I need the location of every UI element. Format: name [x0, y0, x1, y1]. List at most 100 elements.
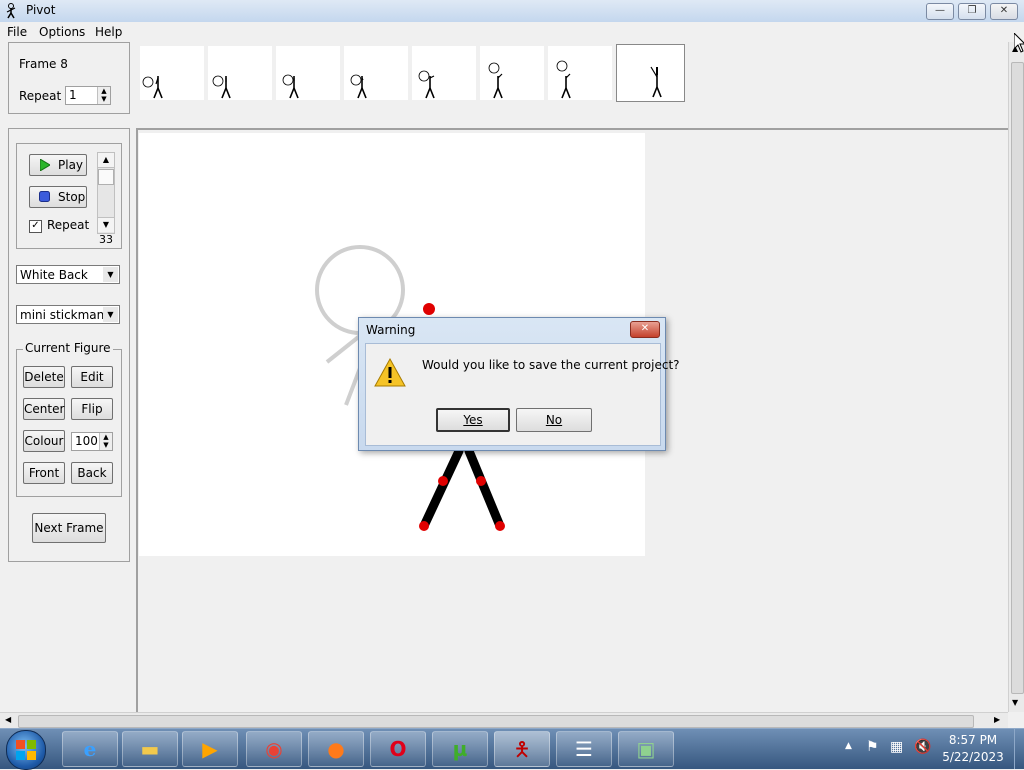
thumbnail-stickman-icon [282, 74, 299, 99]
opera-icon: O [389, 737, 407, 761]
dialog-message: Would you like to save the current proje… [422, 358, 680, 372]
colour-spinner[interactable]: 100 ▲ ▼ [71, 432, 113, 451]
thumbnail-stickman-icon [350, 74, 367, 99]
taskbar-task-list[interactable]: ☰ [556, 731, 612, 767]
minimize-button[interactable]: — [926, 3, 954, 20]
thumbnail-stickman-icon [418, 70, 435, 99]
figure-joint-top[interactable] [423, 303, 435, 315]
taskbar-internet-explorer[interactable]: e [62, 731, 118, 767]
taskbar-firefox[interactable]: ● [308, 731, 364, 767]
front-button[interactable]: Front [23, 462, 65, 484]
network-icon[interactable]: ▦ [890, 739, 903, 755]
figure-type-select[interactable]: mini stickman ▼ [16, 305, 120, 324]
colour-value: 100 [75, 434, 98, 448]
edit-button[interactable]: Edit [71, 366, 113, 388]
repeat-spinner[interactable]: 1 ▲ ▼ [65, 86, 111, 105]
delete-button[interactable]: Delete [23, 366, 65, 388]
figure-joint-left-knee[interactable] [438, 476, 448, 486]
clock-time[interactable]: 8:57 PM [938, 733, 1008, 747]
dialog-close-button[interactable]: ✕ [630, 321, 660, 338]
scroll-down-icon[interactable]: ▼ [1012, 698, 1018, 707]
stop-button[interactable]: Stop [29, 186, 87, 208]
frame-info-panel: Frame 8 Repeat : 1 ▲ ▼ [8, 42, 130, 114]
taskbar-media-player[interactable]: ▶ [182, 731, 238, 767]
close-button[interactable]: ✕ [990, 3, 1018, 20]
windows-logo-icon [16, 740, 36, 760]
flip-button[interactable]: Flip [71, 398, 113, 420]
chrome-icon: ◉ [265, 737, 283, 761]
colour-button[interactable]: Colour [23, 430, 65, 452]
volume-icon[interactable]: 🔇 [914, 739, 931, 755]
frame-thumbnail[interactable] [412, 46, 476, 100]
file-explorer-icon: ▬ [140, 737, 160, 761]
play-button[interactable]: Play [29, 154, 87, 176]
show-hidden-icons-icon[interactable]: ▲ [845, 741, 852, 751]
stop-label: Stop [58, 190, 86, 204]
scroll-down-icon[interactable]: ▼ [98, 217, 114, 232]
dialog-body: Would you like to save the current proje… [365, 343, 680, 446]
vertical-scroll-thumb[interactable] [1011, 62, 1024, 694]
taskbar-opera[interactable]: O [370, 731, 426, 767]
speed-value: 33 [99, 233, 113, 246]
figure-right-leg [464, 446, 505, 531]
taskbar-file-explorer[interactable]: ▬ [122, 731, 178, 767]
frame-thumbnail[interactable] [208, 46, 272, 100]
scroll-left-icon[interactable]: ◀ [5, 715, 11, 724]
speed-slider[interactable]: ▲ ▼ [97, 152, 115, 234]
thumbnail-stickman-icon [556, 60, 571, 99]
scroll-up-icon[interactable]: ▲ [98, 153, 114, 168]
speed-slider-thumb[interactable] [98, 169, 114, 185]
frame-thumbnail[interactable] [548, 46, 612, 100]
no-button[interactable]: No [516, 408, 592, 432]
taskbar-pivot[interactable]: 🯅 [494, 731, 550, 767]
frame-thumbnail[interactable] [276, 46, 340, 100]
clock-date[interactable]: 5/22/2023 [938, 750, 1008, 764]
menu-file[interactable]: File [7, 25, 27, 39]
chevron-down-icon[interactable]: ▼ [103, 307, 118, 322]
taskbar-system-monitor[interactable]: ▣ [618, 731, 674, 767]
figure-left-leg [419, 446, 464, 531]
frame-thumbnail[interactable] [480, 46, 544, 100]
repeat-checkbox[interactable]: ✓ [29, 220, 42, 233]
figure-joint-right-knee[interactable] [476, 476, 486, 486]
repeat-label: Repeat : [19, 89, 70, 103]
yes-button[interactable]: Yes [436, 408, 510, 432]
utorrent-icon: µ [452, 737, 468, 761]
mouse-cursor-icon [1014, 33, 1024, 53]
horizontal-scrollbar[interactable]: ◀ ▶ [0, 712, 1008, 729]
menu-help[interactable]: Help [95, 25, 122, 39]
vertical-scrollbar[interactable]: ▲ ▼ [1008, 42, 1024, 712]
menu-options[interactable]: Options [39, 25, 85, 39]
media-player-icon: ▶ [202, 737, 218, 761]
frame-thumbnail[interactable] [344, 46, 408, 100]
thumbnail-stickman-icon [488, 62, 503, 99]
maximize-button[interactable]: ❐ [958, 3, 986, 20]
frame-label: Frame 8 [19, 57, 68, 71]
frame-thumbnail[interactable] [616, 44, 685, 102]
chevron-down-icon[interactable]: ▼ [103, 267, 118, 282]
menu-bar: File Options Help [0, 22, 1024, 42]
taskbar-chrome[interactable]: ◉ [246, 731, 302, 767]
figure-joint-right-foot[interactable] [495, 521, 505, 531]
background-select[interactable]: White Back ▼ [16, 265, 120, 284]
onion-skin-arm [325, 333, 363, 364]
start-button[interactable] [6, 730, 46, 770]
taskbar-utorrent[interactable]: µ [432, 731, 488, 767]
internet-explorer-icon: e [83, 737, 97, 761]
show-desktop-button[interactable] [1014, 729, 1024, 769]
stop-icon [39, 191, 50, 202]
figure-joint-left-foot[interactable] [419, 521, 429, 531]
warning-dialog: Warning ✕ Would you like to save the cur… [358, 317, 680, 451]
scroll-right-icon[interactable]: ▶ [994, 715, 1000, 724]
frame-thumbnail[interactable] [140, 46, 204, 100]
action-center-icon[interactable]: ⚑ [866, 739, 879, 755]
back-button[interactable]: Back [71, 462, 113, 484]
center-button[interactable]: Center [23, 398, 65, 420]
dialog-title: Warning [366, 323, 416, 337]
next-frame-button[interactable]: Next Frame [32, 513, 106, 543]
taskbar: e ▬ ▶ ◉ ● O µ 🯅 ☰ ▣ ▲ ⚑ ▦ 🔇 8:57 PM 5/22… [0, 728, 1024, 770]
horizontal-scroll-thumb[interactable] [18, 715, 974, 728]
spinner-arrows-icon[interactable]: ▲ ▼ [97, 87, 110, 104]
system-monitor-icon: ▣ [636, 737, 656, 761]
spinner-arrows-icon[interactable]: ▲ ▼ [99, 433, 112, 450]
